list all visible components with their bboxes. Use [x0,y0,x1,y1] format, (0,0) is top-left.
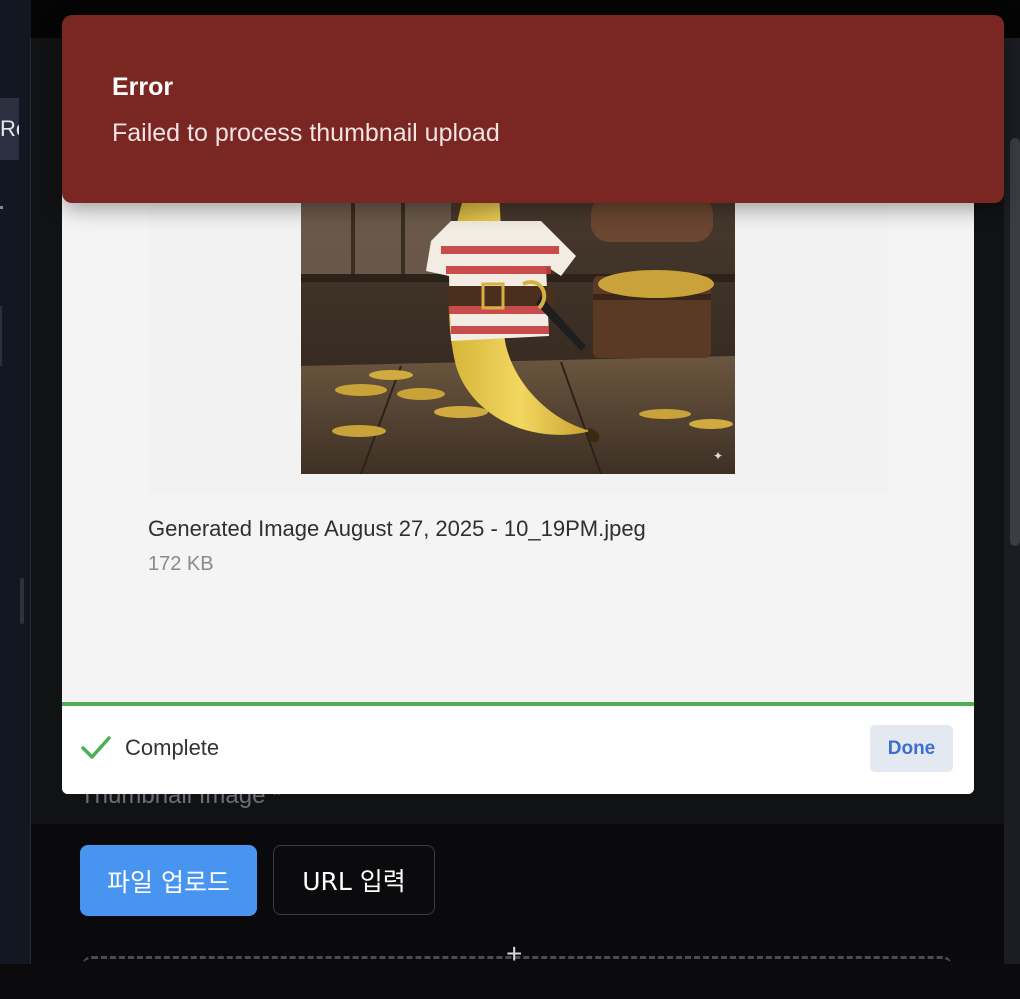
sidebar-active-indicator [0,306,2,366]
check-icon [81,736,111,759]
gold-coins-pile [598,270,714,298]
toast-message: Failed to process thumbnail upload [112,119,500,147]
gold-coin [369,370,413,380]
file-size: 172 KB [148,553,214,575]
error-toast[interactable]: Error Failed to process thumbnail upload [62,15,1004,203]
image-preview-frame: ✦ [148,166,888,494]
sidebar-resize-handle[interactable] [20,578,24,624]
upload-status-label: Complete [125,735,220,760]
gold-coin [639,409,691,419]
toast-title: Error [112,73,174,101]
upload-status-row: Complete Done [62,706,974,794]
done-button[interactable]: Done [870,725,953,772]
shirt-stripe [441,246,559,254]
shirt-stripe [451,326,549,334]
gold-coin [434,406,488,418]
file-name: Generated Image August 27, 2025 - 10_19P… [148,516,646,541]
sidebar-item-label: Re [0,116,19,141]
image-preview: ✦ [301,166,735,474]
gold-coin [332,425,386,437]
upload-modal: ✦ Generated Image August 27, 2025 - 10_1… [62,150,974,794]
preview-area: ✦ Generated Image August 27, 2025 - 10_1… [62,150,974,701]
sparkle-icon: ✦ [713,449,723,463]
url-input-button[interactable]: URL 입력 [273,845,435,915]
gold-coin [335,384,387,396]
sidebar-item[interactable]: Re [0,98,19,160]
shirt-stripe [446,266,551,274]
gold-coin [397,388,445,400]
scrollbar-thumb[interactable] [1010,138,1020,546]
plus-icon[interactable]: + [506,940,522,968]
file-upload-button[interactable]: 파일 업로드 [80,845,257,916]
sidebar-marker [0,206,3,209]
gold-coin [689,419,733,429]
